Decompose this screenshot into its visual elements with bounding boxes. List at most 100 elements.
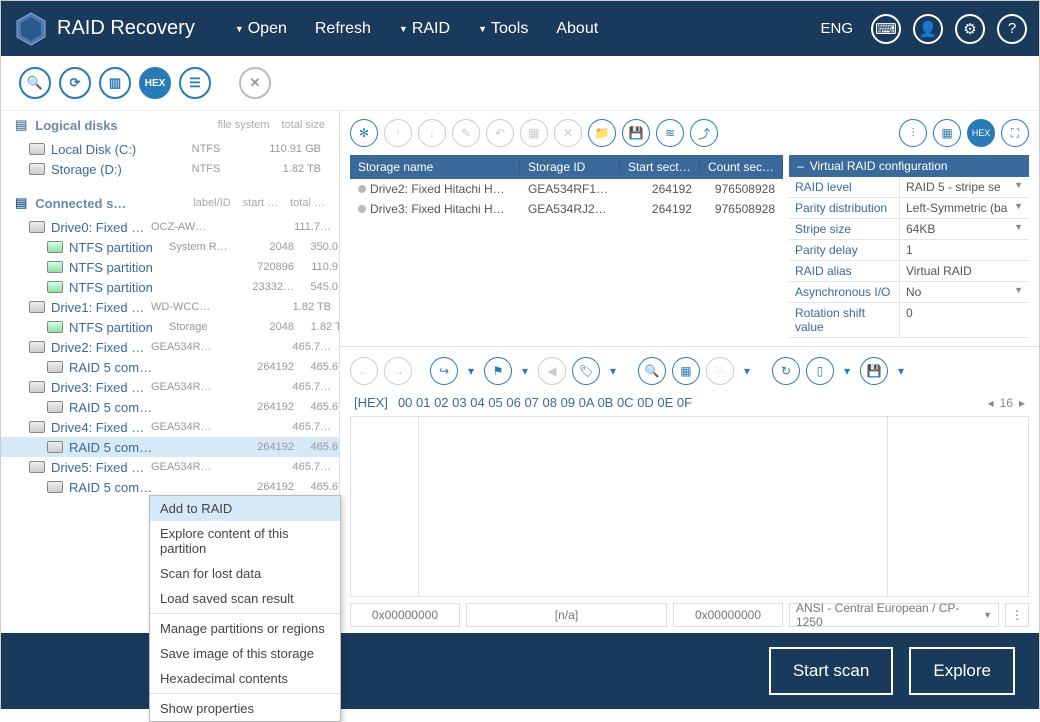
raid-build-icon[interactable]: ▥: [99, 67, 131, 99]
col-fs: file system: [218, 119, 270, 131]
drive-row[interactable]: Drive1: Fixed …WD-WCC…1.82 TB: [1, 297, 339, 317]
save-hex-icon[interactable]: 💾: [860, 357, 888, 385]
goto-icon[interactable]: ↪: [430, 357, 458, 385]
menu-refresh[interactable]: Refresh: [305, 16, 381, 42]
content-area: ✻ ↑ ↓ ✎ ↶ ▦ ✕ 📁 💾 ≋ ⤴ ⫶ ▦ HEX ⛶ Storage …: [340, 111, 1039, 633]
raid-config-row[interactable]: Parity distributionLeft-Symmetric (ba▼: [789, 198, 1029, 219]
partition-row[interactable]: NTFS partition720896110.9…: [1, 257, 339, 277]
hex-bytes[interactable]: [419, 417, 888, 596]
chevron-down-icon[interactable]: ▾: [840, 357, 854, 385]
chevron-down-icon[interactable]: ▾: [464, 357, 478, 385]
open-folder-icon[interactable]: 📁: [588, 119, 616, 147]
menu-tools[interactable]: ▼Tools: [468, 16, 538, 42]
back-icon[interactable]: ←: [350, 357, 378, 385]
panels: Storage name Storage ID Start sect… Coun…: [340, 155, 1039, 338]
connected-title: Connected s…: [35, 196, 126, 211]
help-icon[interactable]: ?: [997, 14, 1027, 44]
chevron-down-icon[interactable]: ▾: [518, 357, 532, 385]
bookmark-icon[interactable]: ⚑: [484, 357, 512, 385]
language-selector[interactable]: ENG: [820, 20, 853, 37]
drive-row[interactable]: Drive4: Fixed …GEA534R…465.7…: [1, 417, 339, 437]
prev-hit-icon[interactable]: ◀: [538, 357, 566, 385]
partition-row[interactable]: NTFS partition23332…545.0…: [1, 277, 339, 297]
partition-row[interactable]: RAID 5 com…264192465.6…: [1, 477, 339, 497]
expand-icon[interactable]: ⛶: [1001, 119, 1029, 147]
gear-icon[interactable]: ⚙: [955, 14, 985, 44]
hex-encoding-select[interactable]: ANSI - Central European / CP-1250▼: [789, 603, 999, 627]
th-start[interactable]: Start sect…: [620, 160, 700, 174]
hex-ascii: [888, 417, 1028, 596]
drive-row[interactable]: Drive0: Fixed …OCZ-AW…111.7…: [1, 217, 339, 237]
list-icon[interactable]: ☰: [179, 67, 211, 99]
logical-disk-row[interactable]: Local Disk (C:)NTFS110.91 GB: [1, 139, 339, 159]
menu-raid[interactable]: ▼RAID: [389, 16, 460, 42]
storage-table-head: Storage name Storage ID Start sect… Coun…: [350, 155, 783, 179]
menu-about[interactable]: About: [546, 16, 608, 42]
hex-view-icon[interactable]: HEX: [139, 67, 171, 99]
undo-icon[interactable]: ↶: [486, 119, 514, 147]
grid-icon[interactable]: ▦: [672, 357, 700, 385]
th-count[interactable]: Count sec…: [700, 160, 783, 174]
edit-icon[interactable]: ✎: [452, 119, 480, 147]
context-explore-content-of-this-partition[interactable]: Explore content of this partition: [150, 521, 340, 561]
close-icon[interactable]: ✕: [239, 67, 271, 99]
tag-icon[interactable]: 🏷: [572, 357, 600, 385]
reload-icon[interactable]: ↻: [772, 357, 800, 385]
activity-icon[interactable]: ⫶: [899, 119, 927, 147]
raid-config-row[interactable]: RAID aliasVirtual RAID: [789, 261, 1029, 282]
partition-row[interactable]: RAID 5 com…264192465.6…: [1, 357, 339, 377]
placeholder-icon[interactable]: ▦: [520, 119, 548, 147]
chevron-down-icon[interactable]: ▾: [740, 357, 754, 385]
copy-icon[interactable]: ⿻: [706, 357, 734, 385]
raid-config-row[interactable]: Rotation shift value0: [789, 303, 1029, 338]
chart-icon[interactable]: ▦: [933, 119, 961, 147]
hex-width-prev[interactable]: ◂: [988, 396, 994, 410]
search-icon[interactable]: 🔍: [19, 67, 51, 99]
columns-icon[interactable]: ▯: [806, 357, 834, 385]
raid-config-row[interactable]: RAID levelRAID 5 - stripe se▼: [789, 177, 1029, 198]
raid-config-row[interactable]: Stripe size64KB▼: [789, 219, 1029, 240]
drive-row[interactable]: Drive2: Fixed …GEA534R…465.7…: [1, 337, 339, 357]
context-save-image-of-this-storage[interactable]: Save image of this storage: [150, 641, 340, 666]
storage-row[interactable]: Drive3: Fixed Hitachi HDP7250…GEA534RJ20…: [350, 199, 783, 219]
context-add-to-raid[interactable]: Add to RAID: [150, 496, 340, 521]
context-hexadecimal-contents[interactable]: Hexadecimal contents: [150, 666, 340, 691]
hex-mini-icon[interactable]: HEX: [967, 119, 995, 147]
drive-row[interactable]: Drive3: Fixed …GEA534R…465.7…: [1, 377, 339, 397]
export-icon[interactable]: ⤴: [690, 119, 718, 147]
raid-config-row[interactable]: Parity delay1: [789, 240, 1029, 261]
refresh-icon[interactable]: ⟳: [59, 67, 91, 99]
th-name[interactable]: Storage name: [350, 160, 520, 174]
raid-config-row[interactable]: Asynchronous I/ONo▼: [789, 282, 1029, 303]
search-hex-icon[interactable]: 🔍: [638, 357, 666, 385]
context-scan-for-lost-data[interactable]: Scan for lost data: [150, 561, 340, 586]
hex-width-next[interactable]: ▸: [1019, 396, 1025, 410]
partition-row[interactable]: RAID 5 com…264192465.6…: [1, 397, 339, 417]
drive-row[interactable]: Drive5: Fixed …GEA534R…465.7…: [1, 457, 339, 477]
start-scan-button[interactable]: Start scan: [769, 647, 894, 695]
save-icon[interactable]: 💾: [622, 119, 650, 147]
chevron-down-icon[interactable]: ▾: [606, 357, 620, 385]
context-manage-partitions-or-regions[interactable]: Manage partitions or regions: [150, 616, 340, 641]
logical-disk-row[interactable]: Storage (D:)NTFS1.82 TB: [1, 159, 339, 179]
storage-row[interactable]: Drive2: Fixed Hitachi HDP7250…GEA534RF1W…: [350, 179, 783, 199]
partition-row[interactable]: NTFS partitionStorage20481.82 TB: [1, 317, 339, 337]
menu-open[interactable]: ▼Open: [225, 16, 297, 42]
forward-icon[interactable]: →: [384, 357, 412, 385]
context-load-saved-scan-result[interactable]: Load saved scan result: [150, 586, 340, 611]
auto-build-icon[interactable]: ✻: [350, 119, 378, 147]
move-down-icon[interactable]: ↓: [418, 119, 446, 147]
remove-icon[interactable]: ✕: [554, 119, 582, 147]
move-up-icon[interactable]: ↑: [384, 119, 412, 147]
hex-addr2: 0x00000000: [673, 603, 783, 627]
chevron-down-icon[interactable]: ▾: [894, 357, 908, 385]
th-id[interactable]: Storage ID: [520, 160, 620, 174]
hex-encoding-apply[interactable]: ⋮: [1005, 603, 1029, 627]
partition-row[interactable]: NTFS partitionSystem R…2048350.0…: [1, 237, 339, 257]
partition-row[interactable]: RAID 5 com…264192465.6…: [1, 437, 339, 457]
col-size: total size: [282, 119, 325, 131]
explore-button[interactable]: Explore: [909, 647, 1015, 695]
layers-icon[interactable]: ≋: [656, 119, 684, 147]
keyboard-icon[interactable]: ⌨: [871, 14, 901, 44]
user-icon[interactable]: 👤: [913, 14, 943, 44]
